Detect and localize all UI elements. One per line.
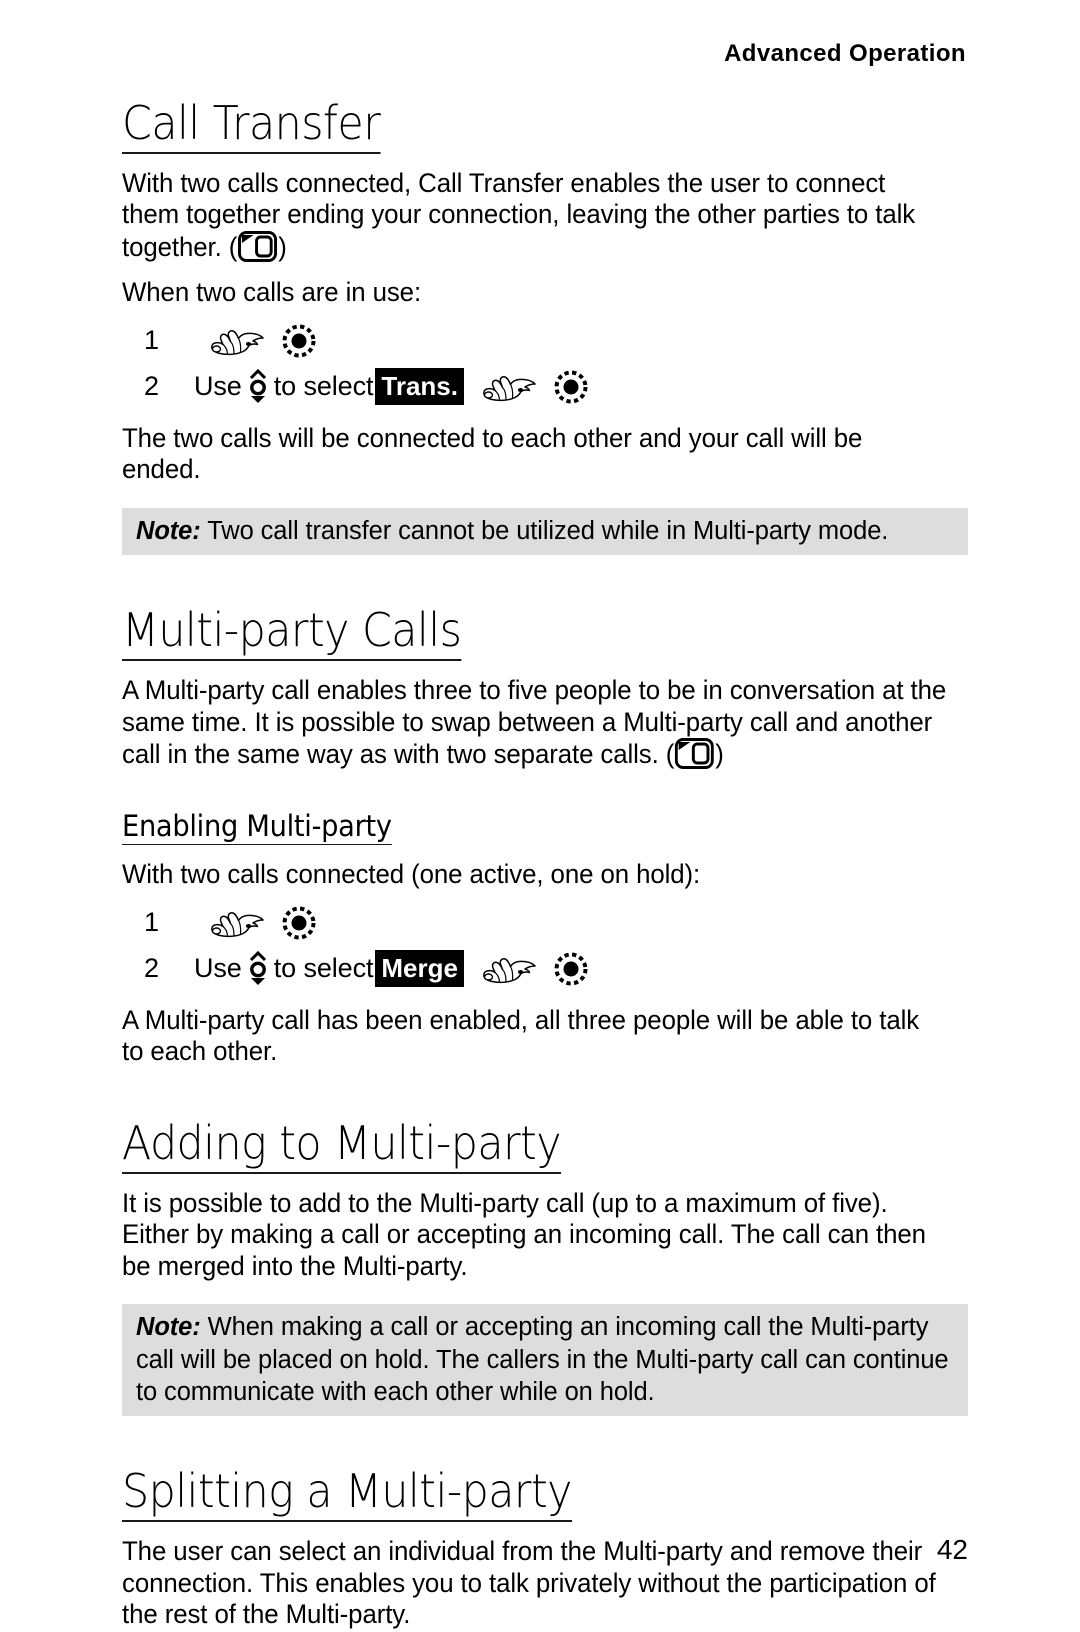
section-call-transfer: Call Transfer bbox=[122, 99, 968, 154]
enabling-multi-party-steps: 1 2 Use to select Merge bbox=[122, 901, 968, 991]
step-content: Use to select Merge bbox=[194, 950, 594, 988]
enabling-lead-in: With two calls connected (one active, on… bbox=[122, 859, 701, 890]
step-text-before: Use bbox=[194, 953, 242, 984]
step-row: 1 bbox=[122, 901, 968, 945]
section-title-call-transfer: Call Transfer bbox=[122, 99, 381, 154]
pointing-hand-icon bbox=[208, 906, 266, 940]
press-key-icon bbox=[282, 906, 316, 940]
softkey-label-trans[interactable]: Trans. bbox=[375, 368, 464, 406]
step-content: Use to select Trans. bbox=[194, 368, 594, 406]
splitting-intro: The user can select an individual from t… bbox=[122, 1536, 936, 1630]
section-multi-party-calls: Multi-party Calls bbox=[122, 607, 968, 662]
multi-party-intro-text-b: ) bbox=[715, 739, 724, 770]
call-transfer-intro-text-b: ) bbox=[278, 231, 287, 262]
handset-display-icon bbox=[238, 230, 278, 262]
enabling-outcome: A Multi-party call has been enabled, all… bbox=[122, 1004, 920, 1067]
step-text-before: Use bbox=[194, 371, 242, 402]
multi-party-intro: A Multi-party call enables three to five… bbox=[122, 675, 947, 771]
section-splitting-a-multi-party: Splitting a Multi-party bbox=[122, 1468, 968, 1523]
handset-display-icon bbox=[675, 738, 715, 770]
up-down-navigation-key-icon bbox=[247, 368, 269, 405]
press-key-icon bbox=[282, 324, 316, 358]
note-text: When making a call or accepting an incom… bbox=[136, 1313, 949, 1407]
section-title-adding-to-multi-party: Adding to Multi-party bbox=[122, 1119, 562, 1174]
press-key-icon bbox=[554, 370, 588, 404]
press-key-icon bbox=[554, 952, 588, 986]
step-number: 1 bbox=[144, 907, 160, 938]
subsection-title-enabling-multi-party: Enabling Multi-party bbox=[122, 810, 392, 846]
call-transfer-steps: 1 2 Use to select Trans. bbox=[122, 319, 968, 409]
step-content bbox=[194, 906, 322, 940]
step-text-middle: to select bbox=[273, 953, 374, 984]
note-label: Note: bbox=[136, 517, 201, 546]
manual-page: Advanced Operation Call Transfer With tw… bbox=[0, 0, 1080, 1632]
section-adding-to-multi-party: Adding to Multi-party bbox=[122, 1119, 968, 1174]
step-text-middle: to select bbox=[273, 371, 374, 402]
step-content bbox=[194, 324, 322, 358]
softkey-label-merge[interactable]: Merge bbox=[375, 950, 464, 988]
step-number: 2 bbox=[144, 953, 160, 984]
note-box-adding-to-multi-party: Note: When making a call or accepting an… bbox=[122, 1304, 968, 1417]
step-number: 2 bbox=[144, 371, 160, 402]
step-row: 2 Use to select Trans. bbox=[122, 365, 968, 409]
call-transfer-intro: With two calls connected, Call Transfer … bbox=[122, 168, 947, 264]
note-label: Note: bbox=[136, 1313, 201, 1342]
section-title-splitting-a-multi-party: Splitting a Multi-party bbox=[122, 1468, 573, 1523]
pointing-hand-icon bbox=[208, 324, 266, 358]
adding-intro: It is possible to add to the Multi-party… bbox=[122, 1187, 926, 1281]
pointing-hand-icon bbox=[480, 370, 538, 404]
call-transfer-outcome: The two calls will be connected to each … bbox=[122, 422, 863, 485]
note-box-call-transfer: Note: Two call transfer cannot be utiliz… bbox=[122, 508, 968, 556]
step-number: 1 bbox=[144, 325, 160, 356]
up-down-navigation-key-icon bbox=[247, 950, 269, 987]
pointing-hand-icon bbox=[480, 952, 538, 986]
page-number: 42 bbox=[936, 1534, 968, 1565]
section-title-multi-party-calls: Multi-party Calls bbox=[122, 607, 462, 662]
call-transfer-lead-in: When two calls are in use: bbox=[122, 277, 422, 308]
running-head: Advanced Operation bbox=[724, 40, 966, 67]
step-row: 2 Use to select Merge bbox=[122, 947, 968, 991]
multi-party-intro-text-a: A Multi-party call enables three to five… bbox=[122, 675, 947, 770]
subsection-enabling-multi-party: Enabling Multi-party bbox=[122, 810, 968, 846]
step-row: 1 bbox=[122, 319, 968, 363]
note-text: Two call transfer cannot be utilized whi… bbox=[200, 517, 889, 546]
